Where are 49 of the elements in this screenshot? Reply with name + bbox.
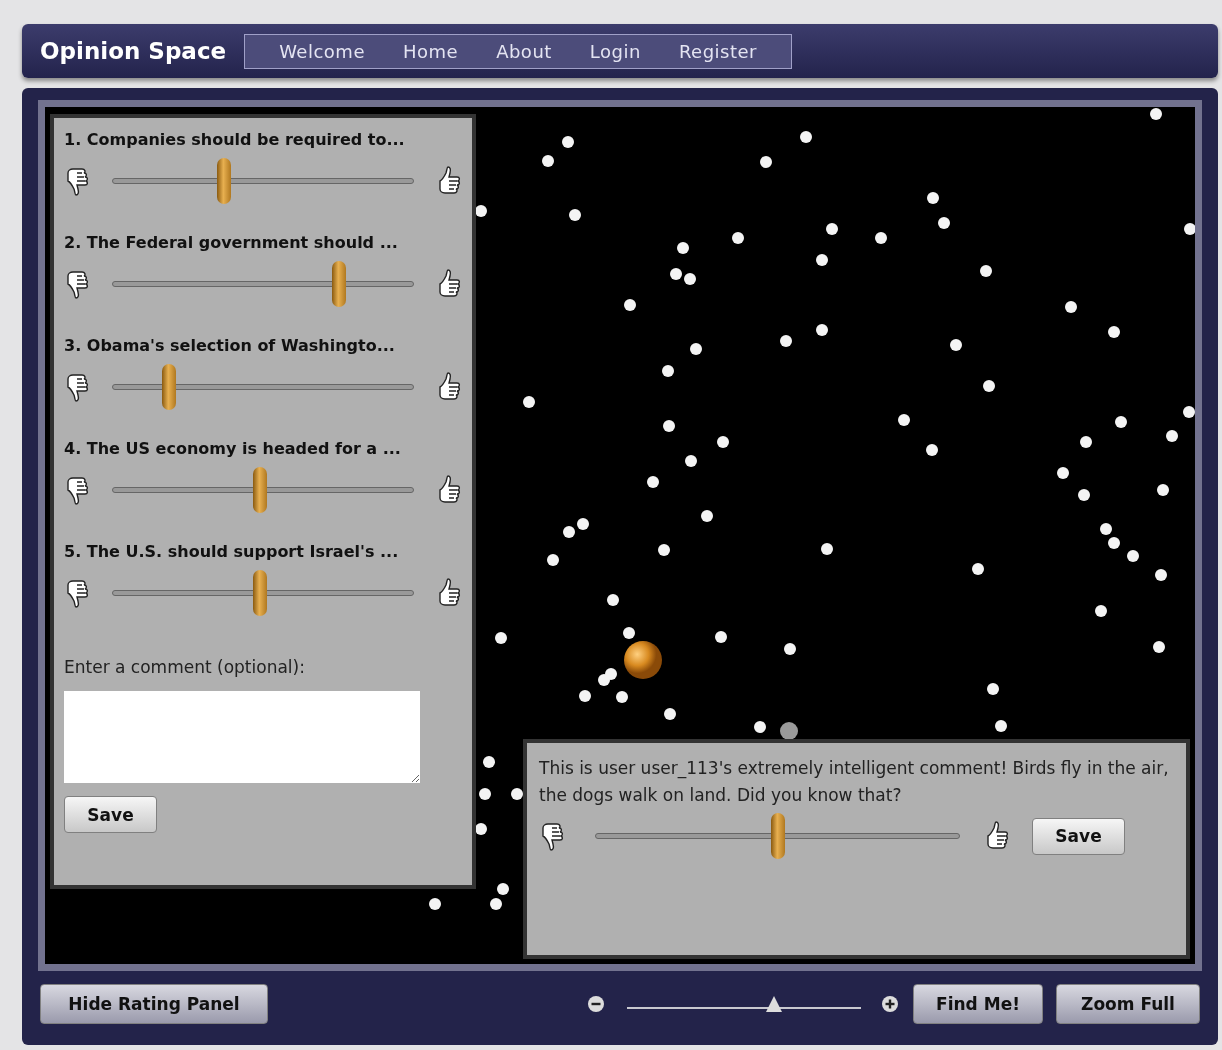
nav-link[interactable]: Welcome [279,40,365,62]
slider-thumb[interactable] [252,570,267,616]
thumbs-up-icon [984,820,1010,852]
find-me-button[interactable]: Find Me! [913,984,1043,1024]
thumbs-up-icon [436,474,462,506]
slider[interactable] [112,467,414,513]
nav-link[interactable]: About [496,40,552,62]
slider-thumb[interactable] [770,813,785,859]
slider-thumb[interactable] [216,158,231,204]
slider[interactable] [112,364,414,410]
question-text: 3. Obama's selection of Washingto... [64,336,396,355]
thumbs-down-icon [64,577,90,609]
thumbs-down-icon [64,268,90,300]
app-title: Opinion Space [40,38,227,64]
thumbs-up-icon [436,371,462,403]
zoom-full-button[interactable]: Zoom Full [1056,984,1200,1024]
zoom-slider[interactable] [627,995,861,1013]
question-text: 1. Companies should be required to... [64,130,406,149]
save-button[interactable]: Save [1032,817,1125,855]
slider[interactable] [112,570,414,616]
thumbs-down-icon [64,371,90,403]
nav-link[interactable]: Login [589,40,641,62]
slider-thumb[interactable] [162,364,177,410]
slider[interactable] [595,813,960,859]
zoom-slider-thumb[interactable] [765,995,784,1013]
question-text: 2. The Federal government should ... [64,233,399,252]
slider[interactable] [112,261,414,307]
thumbs-up-icon [436,577,462,609]
thumbs-down-icon [64,165,90,197]
thumbs-up-icon [436,268,462,300]
nav-link[interactable]: Register [678,40,757,62]
hide-rating-panel-button[interactable]: Hide Rating Panel [40,984,268,1024]
thumbs-down-icon [64,474,90,506]
slider[interactable] [112,158,414,204]
comment-label: Enter a comment (optional): [64,657,306,677]
question-text: 5. The U.S. should support Israel's ... [64,542,400,561]
comment-field[interactable] [64,691,420,783]
save-button[interactable]: Save [64,796,157,833]
slider-thumb[interactable] [252,467,267,513]
slider-thumb[interactable] [331,261,346,307]
zoom-in-icon[interactable] [881,995,899,1013]
zoom-out-icon[interactable] [587,995,605,1013]
comment-text: This is user user_113's extremely intelligent comment! Birds fly in the air, the dogs walk on land. Did you know that? [539,757,1170,807]
nav-link[interactable]: Home [402,40,459,62]
question-text: 4. The US economy is headed for a ... [64,439,402,458]
user-marker[interactable] [624,641,662,679]
hovered-dot [780,722,798,740]
thumbs-down-icon [539,820,565,852]
thumbs-up-icon [436,165,462,197]
